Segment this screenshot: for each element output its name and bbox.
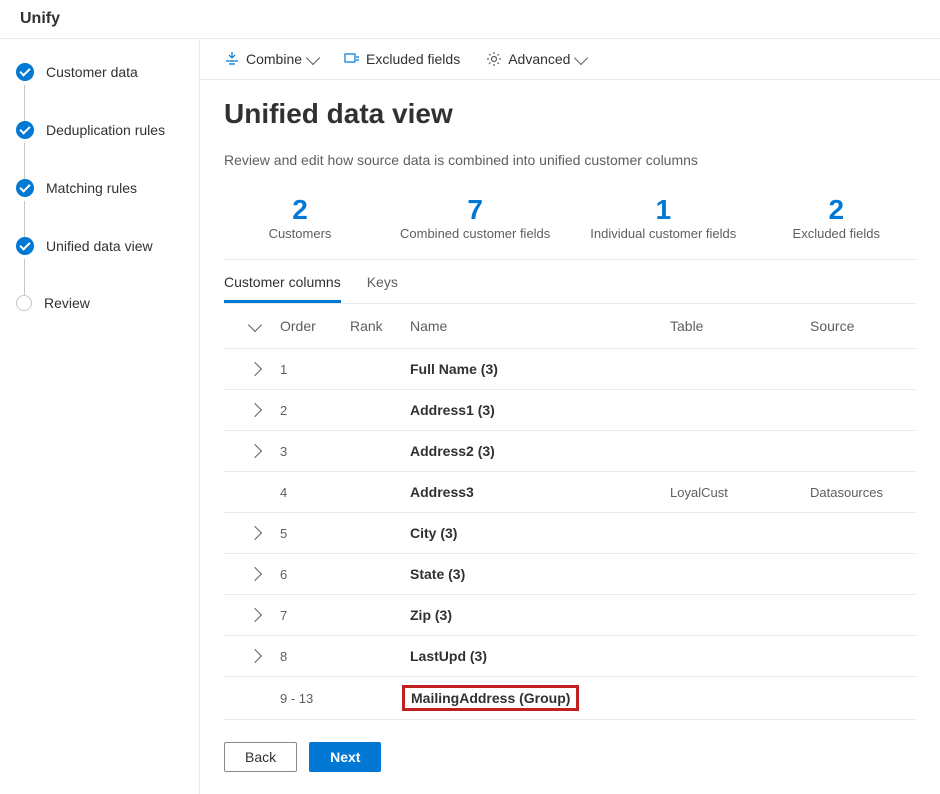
next-button[interactable]: Next <box>309 742 381 772</box>
highlight-box: MailingAddress (Group) <box>402 685 579 711</box>
stats-row: 2 Customers 7 Combined customer fields 1… <box>224 188 916 260</box>
chevron-right-icon[interactable] <box>248 403 262 417</box>
chevron-right-icon[interactable] <box>248 608 262 622</box>
table-row[interactable]: 2 Address1 (3) <box>224 390 916 431</box>
name-cell: Zip (3) <box>410 607 670 623</box>
command-bar: Combine Excluded fields Advanced <box>200 39 940 80</box>
stat-value: 2 <box>776 194 896 226</box>
stat-label: Customers <box>240 226 360 241</box>
name-cell: State (3) <box>410 566 670 582</box>
table-row[interactable]: 4 Address3LoyalCustDatasources <box>224 472 916 513</box>
page-description: Review and edit how source data is combi… <box>224 152 916 168</box>
stat-combined-fields: 7 Combined customer fields <box>400 194 550 241</box>
order-cell: 5 <box>280 526 350 541</box>
chevron-down-icon <box>574 50 588 64</box>
step-matching-rules[interactable]: Matching rules <box>16 179 183 197</box>
step-customer-data[interactable]: Customer data <box>16 63 183 81</box>
name-cell: City (3) <box>410 525 670 541</box>
advanced-menu[interactable]: Advanced <box>486 51 586 67</box>
chevron-down-icon[interactable] <box>248 317 262 331</box>
chevron-right-icon[interactable] <box>248 362 262 376</box>
step-review[interactable]: Review <box>16 295 183 311</box>
table-row[interactable]: 1 Full Name (3) <box>224 349 916 390</box>
step-unified-data-view[interactable]: Unified data view <box>16 237 183 255</box>
table-row[interactable]: 5 City (3) <box>224 513 916 554</box>
app-title: Unify <box>20 10 60 27</box>
back-button[interactable]: Back <box>224 742 297 772</box>
check-icon <box>16 63 34 81</box>
header-order[interactable]: Order <box>280 318 350 334</box>
source-cell: Datasources <box>810 485 910 500</box>
step-label: Unified data view <box>46 238 153 254</box>
name-cell: Address2 (3) <box>410 443 670 459</box>
table-header: Order Rank Name Table Source <box>224 304 916 349</box>
order-cell: 2 <box>280 403 350 418</box>
gear-icon <box>486 51 502 67</box>
table-row[interactable]: 3 Address2 (3) <box>224 431 916 472</box>
header-rank[interactable]: Rank <box>350 318 410 334</box>
order-cell: 4 <box>280 485 350 500</box>
stat-value: 2 <box>240 194 360 226</box>
check-icon <box>16 121 34 139</box>
name-cell: Full Name (3) <box>410 361 670 377</box>
order-cell: 9 - 13 <box>280 691 350 706</box>
order-cell: 6 <box>280 567 350 582</box>
step-label: Customer data <box>46 64 138 80</box>
step-label: Matching rules <box>46 180 137 196</box>
page-header: Unify <box>0 0 940 39</box>
chevron-right-icon[interactable] <box>248 444 262 458</box>
name-cell: MailingAddress (Group) <box>410 689 670 707</box>
chevron-right-icon[interactable] <box>248 526 262 540</box>
footer-buttons: Back Next <box>224 720 916 794</box>
table-cell: LoyalCust <box>670 485 810 500</box>
step-sidebar: Customer data Deduplication rules Matchi… <box>0 39 200 794</box>
excluded-fields-button[interactable]: Excluded fields <box>344 51 460 67</box>
advanced-label: Advanced <box>508 51 570 67</box>
tab-bar: Customer columns Keys <box>224 260 916 304</box>
excluded-fields-icon <box>344 51 360 67</box>
table-body: 1 Full Name (3) 2 Address1 (3) 3 Address2 (3)… <box>224 349 916 720</box>
stat-label: Excluded fields <box>776 226 896 241</box>
step-label: Deduplication rules <box>46 122 165 138</box>
order-cell: 1 <box>280 362 350 377</box>
chevron-right-icon[interactable] <box>248 567 262 581</box>
check-icon <box>16 179 34 197</box>
table-row[interactable]: 7 Zip (3) <box>224 595 916 636</box>
chevron-right-icon[interactable] <box>248 649 262 663</box>
name-cell: LastUpd (3) <box>410 648 670 664</box>
order-cell: 7 <box>280 608 350 623</box>
table-row[interactable]: 6 State (3) <box>224 554 916 595</box>
combine-icon <box>224 51 240 67</box>
step-deduplication-rules[interactable]: Deduplication rules <box>16 121 183 139</box>
stat-label: Combined customer fields <box>400 226 550 241</box>
order-cell: 8 <box>280 649 350 664</box>
name-cell: Address3 <box>410 484 670 500</box>
stat-individual-fields: 1 Individual customer fields <box>590 194 736 241</box>
stat-value: 1 <box>590 194 736 226</box>
step-label: Review <box>44 295 90 311</box>
header-table[interactable]: Table <box>670 318 810 334</box>
combine-menu[interactable]: Combine <box>224 51 318 67</box>
stat-customers: 2 Customers <box>240 194 360 241</box>
tab-customer-columns[interactable]: Customer columns <box>224 274 341 303</box>
header-source[interactable]: Source <box>810 318 910 334</box>
table-row[interactable]: 9 - 13 MailingAddress (Group) <box>224 677 916 720</box>
page-title: Unified data view <box>224 98 916 130</box>
check-icon <box>16 237 34 255</box>
empty-step-icon <box>16 295 32 311</box>
tab-keys[interactable]: Keys <box>367 274 398 303</box>
chevron-down-icon <box>306 50 320 64</box>
table-row[interactable]: 8 LastUpd (3) <box>224 636 916 677</box>
name-cell: Address1 (3) <box>410 402 670 418</box>
excluded-label: Excluded fields <box>366 51 460 67</box>
order-cell: 3 <box>280 444 350 459</box>
stat-excluded-fields: 2 Excluded fields <box>776 194 896 241</box>
header-name[interactable]: Name <box>410 318 670 334</box>
combine-label: Combine <box>246 51 302 67</box>
stat-label: Individual customer fields <box>590 226 736 241</box>
stat-value: 7 <box>400 194 550 226</box>
